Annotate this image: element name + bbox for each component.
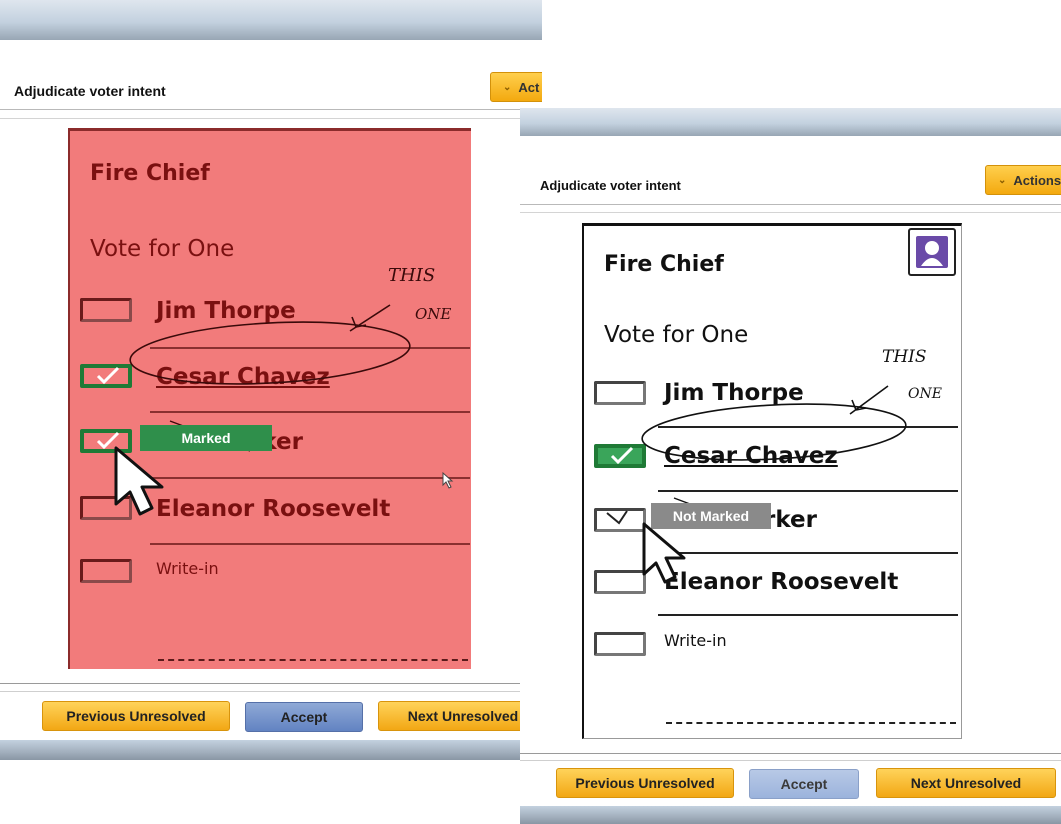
header-divider <box>520 204 1061 205</box>
adjudication-panel-marked: Adjudicate voter intent ⌄ Act Fire Chief… <box>0 0 542 824</box>
adjudication-panel-not-marked: Adjudicate voter intent ⌄ Actions Fire C… <box>520 108 1061 824</box>
previous-unresolved-button[interactable]: Previous Unresolved <box>42 701 230 731</box>
actions-label: Act <box>518 79 540 95</box>
chevron-down-icon: ⌄ <box>503 81 512 93</box>
mouse-pointer-icon <box>642 522 686 584</box>
small-cursor-icon <box>442 472 454 489</box>
handwriting-one: ONE <box>908 386 942 402</box>
window-bottom-bar <box>520 806 1061 824</box>
window-bottom-bar <box>0 740 542 760</box>
page-title: Adjudicate voter intent <box>540 178 681 193</box>
header-divider-secondary <box>520 212 1061 213</box>
actions-button[interactable]: ⌄ Actions <box>985 165 1061 195</box>
footer-divider-secondary <box>520 760 1061 761</box>
handwriting-this: THIS <box>388 265 435 286</box>
actions-label: Actions <box>1013 172 1061 188</box>
next-unresolved-button[interactable]: Next Unresolved <box>378 701 542 731</box>
window-top-bar <box>520 108 1061 136</box>
footer-divider <box>0 683 542 684</box>
ballot-image: Fire Chief Vote for One Jim Thorpe Cesar… <box>68 128 471 669</box>
handwriting-this: THIS <box>882 347 927 367</box>
accept-button[interactable]: Accept <box>749 769 859 799</box>
footer-divider <box>520 753 1061 754</box>
handwritten-annotation: THIS ONE <box>641 347 942 529</box>
chevron-down-icon: ⌄ <box>998 174 1007 186</box>
ballot-image: Fire Chief Vote for One Jim Thorpe Cesar… <box>582 223 962 739</box>
handwriting-one: ONE <box>415 305 451 323</box>
previous-unresolved-button[interactable]: Previous Unresolved <box>556 768 734 798</box>
header-divider-secondary <box>0 118 542 119</box>
header-divider <box>0 109 542 110</box>
mouse-pointer-icon <box>114 446 164 516</box>
page-title: Adjudicate voter intent <box>14 83 166 99</box>
next-unresolved-button[interactable]: Next Unresolved <box>876 768 1056 798</box>
handwritten-annotation: THIS ONE <box>129 265 451 452</box>
footer-divider-secondary <box>0 691 542 692</box>
actions-button[interactable]: ⌄ Act <box>490 72 542 102</box>
window-top-bar <box>0 0 542 40</box>
accept-button[interactable]: Accept <box>245 702 363 732</box>
